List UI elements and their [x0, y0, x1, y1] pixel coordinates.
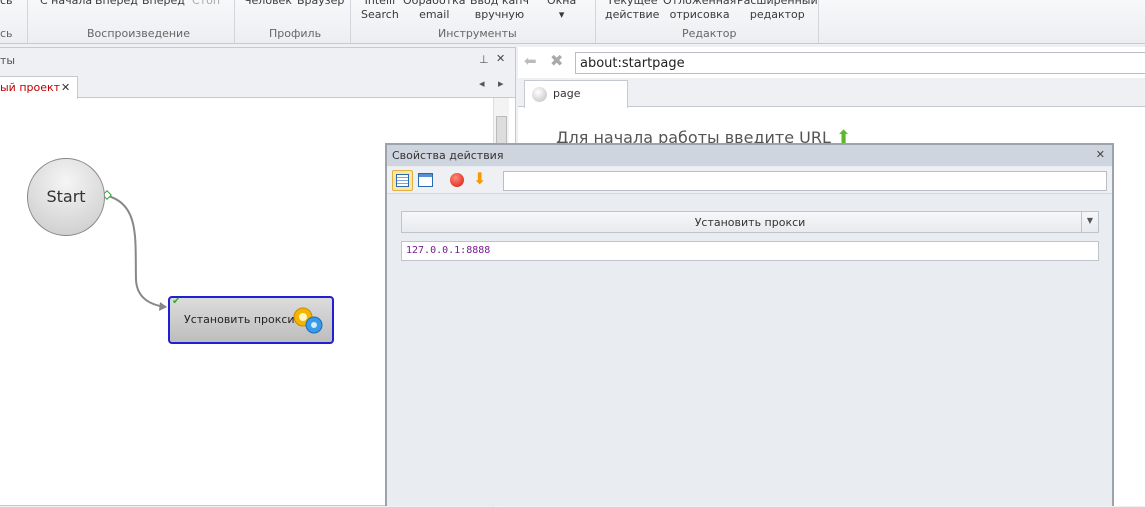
stop-icon[interactable]: ✖ — [550, 51, 563, 70]
action-type-select[interactable]: Установить прокси ▼ — [401, 211, 1099, 233]
ribbon-button-current-action[interactable]: Текущее действие — [605, 0, 659, 22]
gears-icon — [293, 307, 323, 334]
ribbon-button-deferred-render[interactable]: Отложенная отрисовка — [663, 0, 736, 22]
dialog-title: Свойства действия — [392, 149, 504, 162]
breakpoint-icon[interactable] — [450, 173, 464, 187]
globe-icon — [532, 87, 547, 102]
dialog-title-bar: Свойства действия ✕ — [387, 145, 1112, 166]
chevron-down-icon[interactable]: ▼ — [1081, 211, 1098, 233]
properties-view-button[interactable] — [392, 170, 413, 191]
divider — [595, 0, 596, 43]
group-label-editor: Редактор — [682, 27, 737, 40]
tab-page[interactable]: page — [524, 80, 628, 108]
ribbon-button-advanced-editor[interactable]: Расширенный редактор — [737, 0, 818, 22]
ribbon-button-windows[interactable]: Окна ▾ — [547, 0, 576, 22]
action-node-label: Установить прокси — [184, 313, 295, 326]
check-icon: ✔ — [172, 296, 181, 307]
action-node-set-proxy[interactable]: Установить прокси ✔ — [168, 296, 334, 344]
dialog-toolbar: ⬇ — [387, 167, 1112, 194]
proxy-input[interactable]: 127.0.0.1:8888 — [401, 241, 1099, 261]
tab-label: page — [553, 87, 581, 100]
divider — [818, 0, 819, 43]
url-input[interactable]: about:startpage — [575, 52, 1145, 74]
action-properties-dialog: Свойства действия ✕ ⬇ Установить прокси … — [385, 143, 1114, 506]
dialog-search-input[interactable] — [503, 171, 1107, 191]
start-node[interactable]: Start — [27, 158, 105, 236]
table-icon — [396, 174, 409, 187]
arrow-down-icon[interactable]: ⬇ — [473, 169, 486, 188]
back-icon[interactable]: ⬅ — [524, 52, 537, 70]
events-view-icon[interactable] — [418, 173, 433, 187]
action-type-value: Установить прокси — [694, 216, 806, 229]
dialog-close-icon[interactable]: ✕ — [1096, 148, 1105, 161]
browser-tabs: page — [518, 78, 1145, 108]
